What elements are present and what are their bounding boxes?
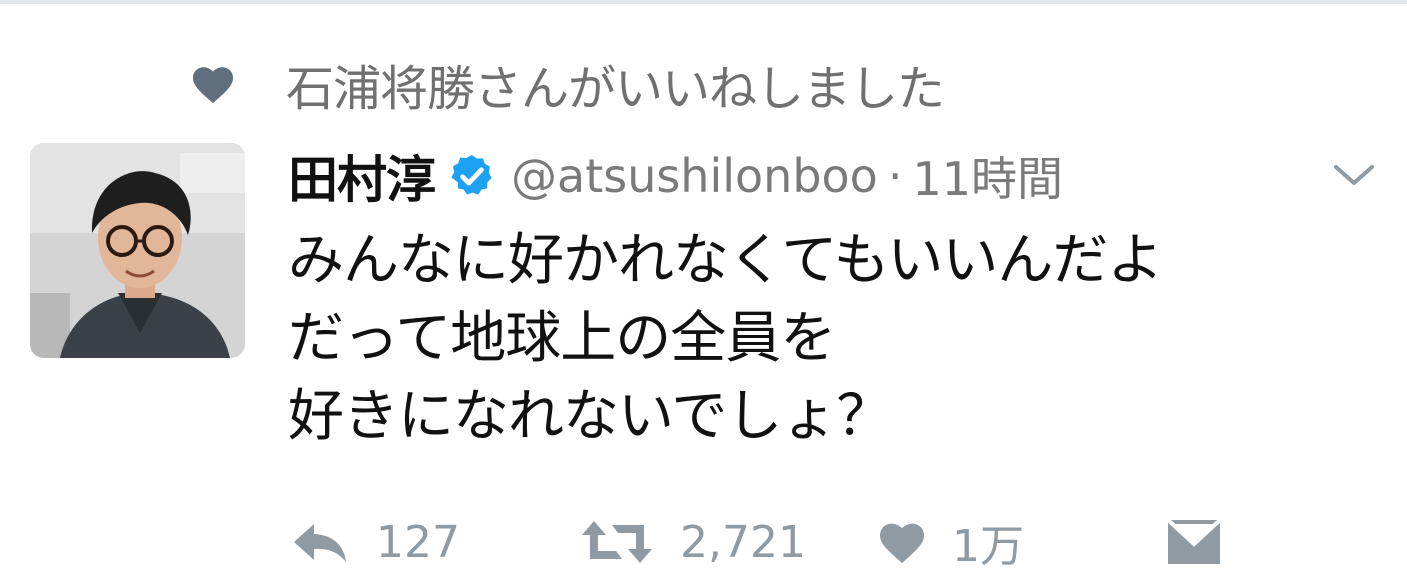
top-divider bbox=[0, 0, 1407, 4]
avatar[interactable] bbox=[30, 143, 245, 358]
tweet-header: 田村淳 @atsushilonboo · 11時間 bbox=[288, 140, 1063, 212]
tweet-timestamp[interactable]: 11時間 bbox=[912, 143, 1063, 209]
like-count: 1万 bbox=[952, 521, 1024, 572]
heart-icon bbox=[878, 520, 926, 564]
author-display-name[interactable]: 田村淳 bbox=[288, 140, 436, 212]
retweet-count: 2,721 bbox=[680, 516, 806, 568]
retweet-button[interactable]: 2,721 bbox=[580, 510, 806, 574]
heart-icon bbox=[190, 61, 236, 107]
verified-badge-icon bbox=[447, 151, 497, 201]
social-context-text: 石浦将勝さんがいいねしました bbox=[286, 61, 945, 117]
tweet-text: みんなに好かれなくてもいいんだよ だって地球上の全員を 好きになれないでしょ？ bbox=[288, 222, 1288, 456]
tweet-text-line: みんなに好かれなくてもいいんだよ bbox=[288, 228, 1163, 293]
separator-dot: · bbox=[887, 149, 903, 203]
chevron-down-icon[interactable] bbox=[1330, 155, 1378, 195]
author-handle[interactable]: @atsushilonboo bbox=[511, 149, 878, 203]
tweet-actions: 127 2,721 1万 bbox=[290, 510, 1290, 574]
reply-icon bbox=[290, 520, 350, 564]
social-context[interactable]: 石浦将勝さんがいいねしました bbox=[190, 52, 945, 117]
tweet-text-line: だって地球上の全員を bbox=[288, 306, 836, 371]
reply-button[interactable]: 127 bbox=[290, 510, 460, 574]
tweet-text-line: 好きになれないでしょ？ bbox=[288, 384, 892, 449]
direct-message-button[interactable] bbox=[1166, 510, 1222, 574]
reply-count: 127 bbox=[376, 516, 460, 568]
envelope-icon bbox=[1166, 518, 1222, 566]
retweet-icon bbox=[580, 519, 654, 565]
like-button[interactable]: 1万 bbox=[878, 510, 1024, 574]
